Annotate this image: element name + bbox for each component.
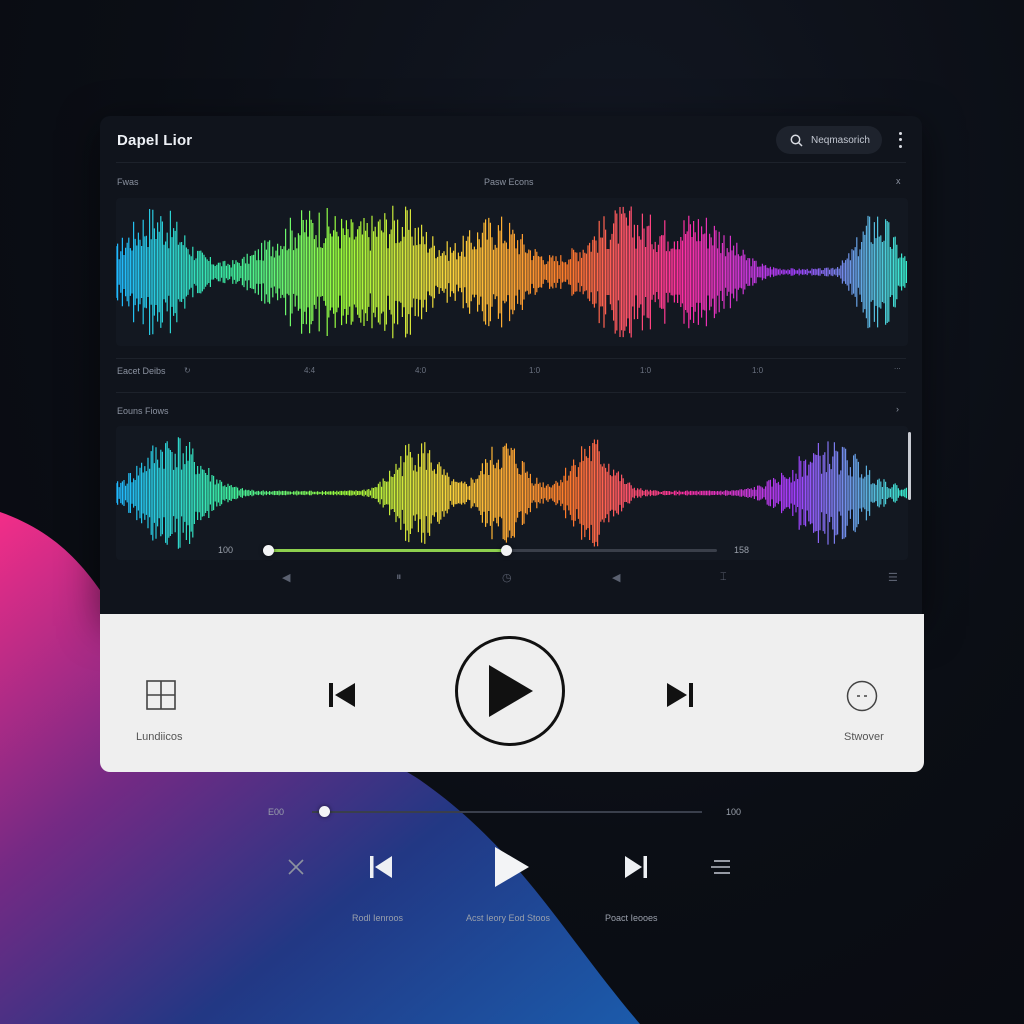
bottom-next-button[interactable]: [624, 855, 648, 884]
more-button[interactable]: [846, 680, 878, 717]
track-two-label: Eouns Fiows: [117, 406, 169, 416]
search-input[interactable]: Neqmasorich: [811, 135, 870, 146]
current-time: 100: [218, 545, 234, 555]
seek-handle[interactable]: [500, 545, 512, 556]
clock-icon[interactable]: ◷: [502, 571, 512, 584]
waveform-track-one[interactable]: [116, 198, 908, 346]
ellipsis-circle-icon: [846, 680, 878, 712]
bottom-label-right: Poact Ieooes: [605, 913, 658, 923]
rewind-icon[interactable]: ◀: [282, 571, 290, 584]
step-icon[interactable]: ⏸: [396, 571, 402, 584]
bottom-seek-handle[interactable]: [318, 806, 330, 817]
bottom-total-time: 100: [726, 807, 742, 817]
skip-forward-icon: [667, 683, 693, 707]
track-one-label: Fwas: [117, 177, 139, 187]
skip-forward-icon: [625, 856, 647, 878]
total-time: 158: [734, 545, 750, 555]
bottom-label-left: Rodl Ienroos: [352, 913, 404, 923]
close-icon[interactable]: x: [896, 176, 901, 186]
menu-icon[interactable]: ☰: [888, 571, 898, 584]
divider: [116, 162, 906, 163]
skip-back-icon: [329, 683, 355, 707]
more-icon[interactable]: ...: [894, 362, 901, 371]
chevron-right-icon[interactable]: ›: [896, 404, 899, 414]
close-icon: [288, 859, 304, 875]
bottom-current-time: E00: [268, 807, 285, 817]
trim-icon[interactable]: ⌶: [720, 571, 727, 584]
player-controls: Lundiicos Stwover: [100, 614, 924, 772]
refresh-icon[interactable]: ↻: [184, 366, 191, 375]
waveform-two-graphic: [116, 437, 908, 549]
search-icon: [790, 134, 803, 147]
queue-button[interactable]: [710, 858, 732, 881]
shuffle-button[interactable]: [287, 858, 305, 881]
range-start-handle[interactable]: [263, 545, 274, 556]
library-button[interactable]: [146, 680, 176, 715]
timeline-tick: 1:0: [529, 366, 541, 375]
volume-icon[interactable]: ◀: [612, 571, 620, 584]
divider: [116, 392, 906, 393]
track-one-title: Pasw Econs: [484, 177, 534, 187]
play-icon: [495, 847, 529, 887]
more-options-icon[interactable]: [896, 130, 904, 150]
bottom-seek-track[interactable]: [312, 811, 702, 813]
scrollbar[interactable]: [908, 432, 911, 500]
waveform-one-graphic: [116, 205, 908, 339]
more-label: Stwover: [844, 731, 884, 743]
list-icon: [711, 860, 730, 874]
previous-button[interactable]: [328, 682, 356, 713]
grid-icon: [146, 680, 176, 710]
timeline-tick: 4:4: [304, 366, 316, 375]
timeline-tick: 1:0: [752, 366, 764, 375]
skip-back-icon: [370, 856, 392, 878]
timeline-tick: 4:0: [415, 366, 427, 375]
seek-progress: [267, 549, 506, 552]
app-title: Dapel Lior: [117, 132, 193, 149]
bottom-label-center: Acst Ieory Eod Stoos: [466, 913, 551, 923]
timeline-label: Eacet Deibs: [117, 366, 166, 376]
bottom-play-button[interactable]: [494, 846, 530, 893]
search-field[interactable]: Neqmasorich: [776, 126, 882, 154]
divider: [116, 358, 906, 359]
play-button[interactable]: [455, 636, 565, 746]
bottom-previous-button[interactable]: [369, 855, 393, 884]
waveform-panel: Dapel Lior Neqmasorich Fwas Pasw Econs x…: [100, 116, 922, 616]
library-label: Lundiicos: [136, 731, 183, 743]
timeline-tick: 1:0: [640, 366, 652, 375]
play-icon: [489, 665, 533, 717]
next-button[interactable]: [666, 682, 694, 713]
waveform-track-two[interactable]: [116, 426, 908, 560]
